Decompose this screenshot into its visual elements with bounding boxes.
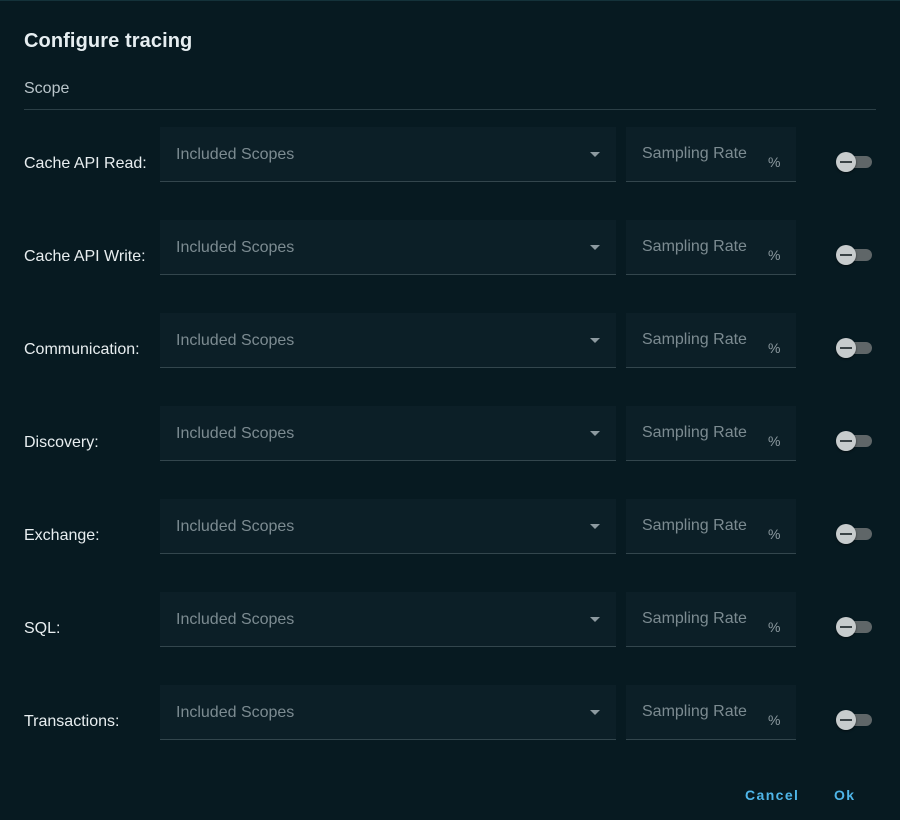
chevron-down-icon (590, 338, 600, 343)
chevron-down-icon (590, 431, 600, 436)
tracing-row: Cache API Read: Included Scopes % (0, 127, 900, 183)
percent-suffix: % (768, 433, 781, 449)
enable-toggle[interactable] (836, 244, 872, 266)
row-label: Exchange: (24, 527, 100, 544)
included-scopes-select[interactable]: Included Scopes (160, 406, 616, 461)
row-label: Communication: (24, 341, 140, 358)
included-scopes-select[interactable]: Included Scopes (160, 592, 616, 647)
sampling-rate-input[interactable] (642, 422, 760, 444)
sampling-rate-field: % (626, 685, 796, 740)
percent-suffix: % (768, 247, 781, 263)
tracing-row: SQL: Included Scopes % (0, 592, 900, 648)
included-scopes-select[interactable]: Included Scopes (160, 313, 616, 368)
row-label: Discovery: (24, 434, 99, 451)
toggle-off-icon (836, 152, 856, 172)
sampling-rate-field: % (626, 220, 796, 275)
sampling-rate-field: % (626, 592, 796, 647)
ok-button[interactable]: Ok (834, 787, 855, 803)
percent-suffix: % (768, 712, 781, 728)
included-scopes-select[interactable]: Included Scopes (160, 499, 616, 554)
chevron-down-icon (590, 152, 600, 157)
included-scopes-select[interactable]: Included Scopes (160, 220, 616, 275)
row-label: SQL: (24, 620, 61, 637)
divider (24, 109, 876, 110)
tracing-row: Cache API Write: Included Scopes % (0, 220, 900, 276)
sampling-rate-field: % (626, 127, 796, 182)
dialog-title: Configure tracing (24, 30, 193, 52)
scope-section-label: Scope (24, 80, 70, 97)
toggle-off-icon (836, 710, 856, 730)
percent-suffix: % (768, 526, 781, 542)
chevron-down-icon (590, 710, 600, 715)
sampling-rate-field: % (626, 313, 796, 368)
included-scopes-placeholder: Included Scopes (176, 704, 295, 721)
toggle-off-icon (836, 524, 856, 544)
sampling-rate-input[interactable] (642, 701, 760, 723)
included-scopes-select[interactable]: Included Scopes (160, 685, 616, 740)
enable-toggle[interactable] (836, 709, 872, 731)
chevron-down-icon (590, 524, 600, 529)
sampling-rate-input[interactable] (642, 329, 760, 351)
enable-toggle[interactable] (836, 523, 872, 545)
sampling-rate-input[interactable] (642, 236, 760, 258)
toggle-off-icon (836, 431, 856, 451)
chevron-down-icon (590, 245, 600, 250)
enable-toggle[interactable] (836, 151, 872, 173)
included-scopes-placeholder: Included Scopes (176, 332, 295, 349)
included-scopes-placeholder: Included Scopes (176, 239, 295, 256)
sampling-rate-input[interactable] (642, 143, 760, 165)
row-label: Cache API Read: (24, 155, 147, 172)
cancel-button[interactable]: Cancel (745, 787, 799, 803)
row-label: Cache API Write: (24, 248, 146, 265)
included-scopes-placeholder: Included Scopes (176, 611, 295, 628)
sampling-rate-field: % (626, 406, 796, 461)
configure-tracing-dialog: Configure tracing Scope Cache API Read: … (0, 0, 900, 820)
tracing-row: Exchange: Included Scopes % (0, 499, 900, 555)
row-label: Transactions: (24, 713, 120, 730)
included-scopes-placeholder: Included Scopes (176, 518, 295, 535)
tracing-row: Transactions: Included Scopes % (0, 685, 900, 741)
included-scopes-select[interactable]: Included Scopes (160, 127, 616, 182)
toggle-off-icon (836, 338, 856, 358)
sampling-rate-field: % (626, 499, 796, 554)
included-scopes-placeholder: Included Scopes (176, 146, 295, 163)
enable-toggle[interactable] (836, 430, 872, 452)
included-scopes-placeholder: Included Scopes (176, 425, 295, 442)
tracing-row: Communication: Included Scopes % (0, 313, 900, 369)
sampling-rate-input[interactable] (642, 515, 760, 537)
tracing-row: Discovery: Included Scopes % (0, 406, 900, 462)
toggle-off-icon (836, 245, 856, 265)
toggle-off-icon (836, 617, 856, 637)
sampling-rate-input[interactable] (642, 608, 760, 630)
percent-suffix: % (768, 619, 781, 635)
percent-suffix: % (768, 154, 781, 170)
enable-toggle[interactable] (836, 616, 872, 638)
percent-suffix: % (768, 340, 781, 356)
enable-toggle[interactable] (836, 337, 872, 359)
chevron-down-icon (590, 617, 600, 622)
